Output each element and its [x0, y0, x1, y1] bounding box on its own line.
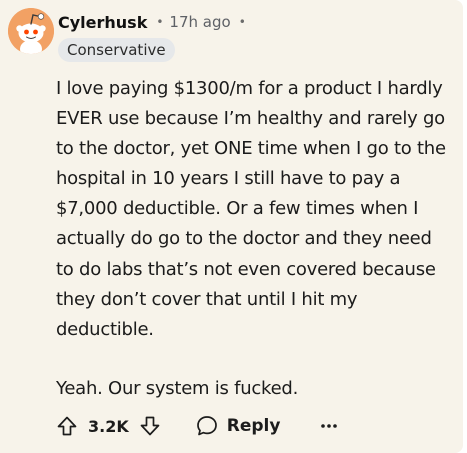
- separator-dot: •: [156, 15, 164, 29]
- downvote-button[interactable]: [137, 413, 163, 439]
- upvote-button[interactable]: [54, 413, 80, 439]
- comment-header: Cylerhusk • 17h ago •: [58, 11, 246, 33]
- snoo-avatar-icon: [8, 8, 54, 54]
- username-link[interactable]: Cylerhusk: [58, 13, 147, 32]
- comment-timestamp[interactable]: 17h ago: [169, 13, 230, 31]
- reply-label: Reply: [226, 416, 281, 436]
- reply-button[interactable]: Reply: [195, 414, 281, 438]
- downvote-arrow-icon: [140, 416, 160, 436]
- comment-paragraph: I love paying $1300/m for a product I ha…: [56, 78, 446, 340]
- more-options-button[interactable]: [316, 413, 342, 439]
- comment-card: Cylerhusk • 17h ago • Conservative I lov…: [0, 0, 463, 453]
- ellipsis-icon: [321, 424, 338, 428]
- comment-action-bar: 3.2K Reply: [54, 411, 342, 441]
- vote-score: 3.2K: [88, 416, 129, 436]
- speech-bubble-icon: [196, 416, 217, 436]
- comment-paragraph: Yeah. Our system is fucked.: [56, 377, 299, 399]
- user-avatar[interactable]: [8, 8, 54, 54]
- upvote-arrow-icon: [57, 416, 77, 436]
- separator-dot: •: [238, 15, 246, 29]
- comment-body: I love paying $1300/m for a product I ha…: [56, 74, 448, 404]
- user-flair: Conservative: [58, 38, 175, 62]
